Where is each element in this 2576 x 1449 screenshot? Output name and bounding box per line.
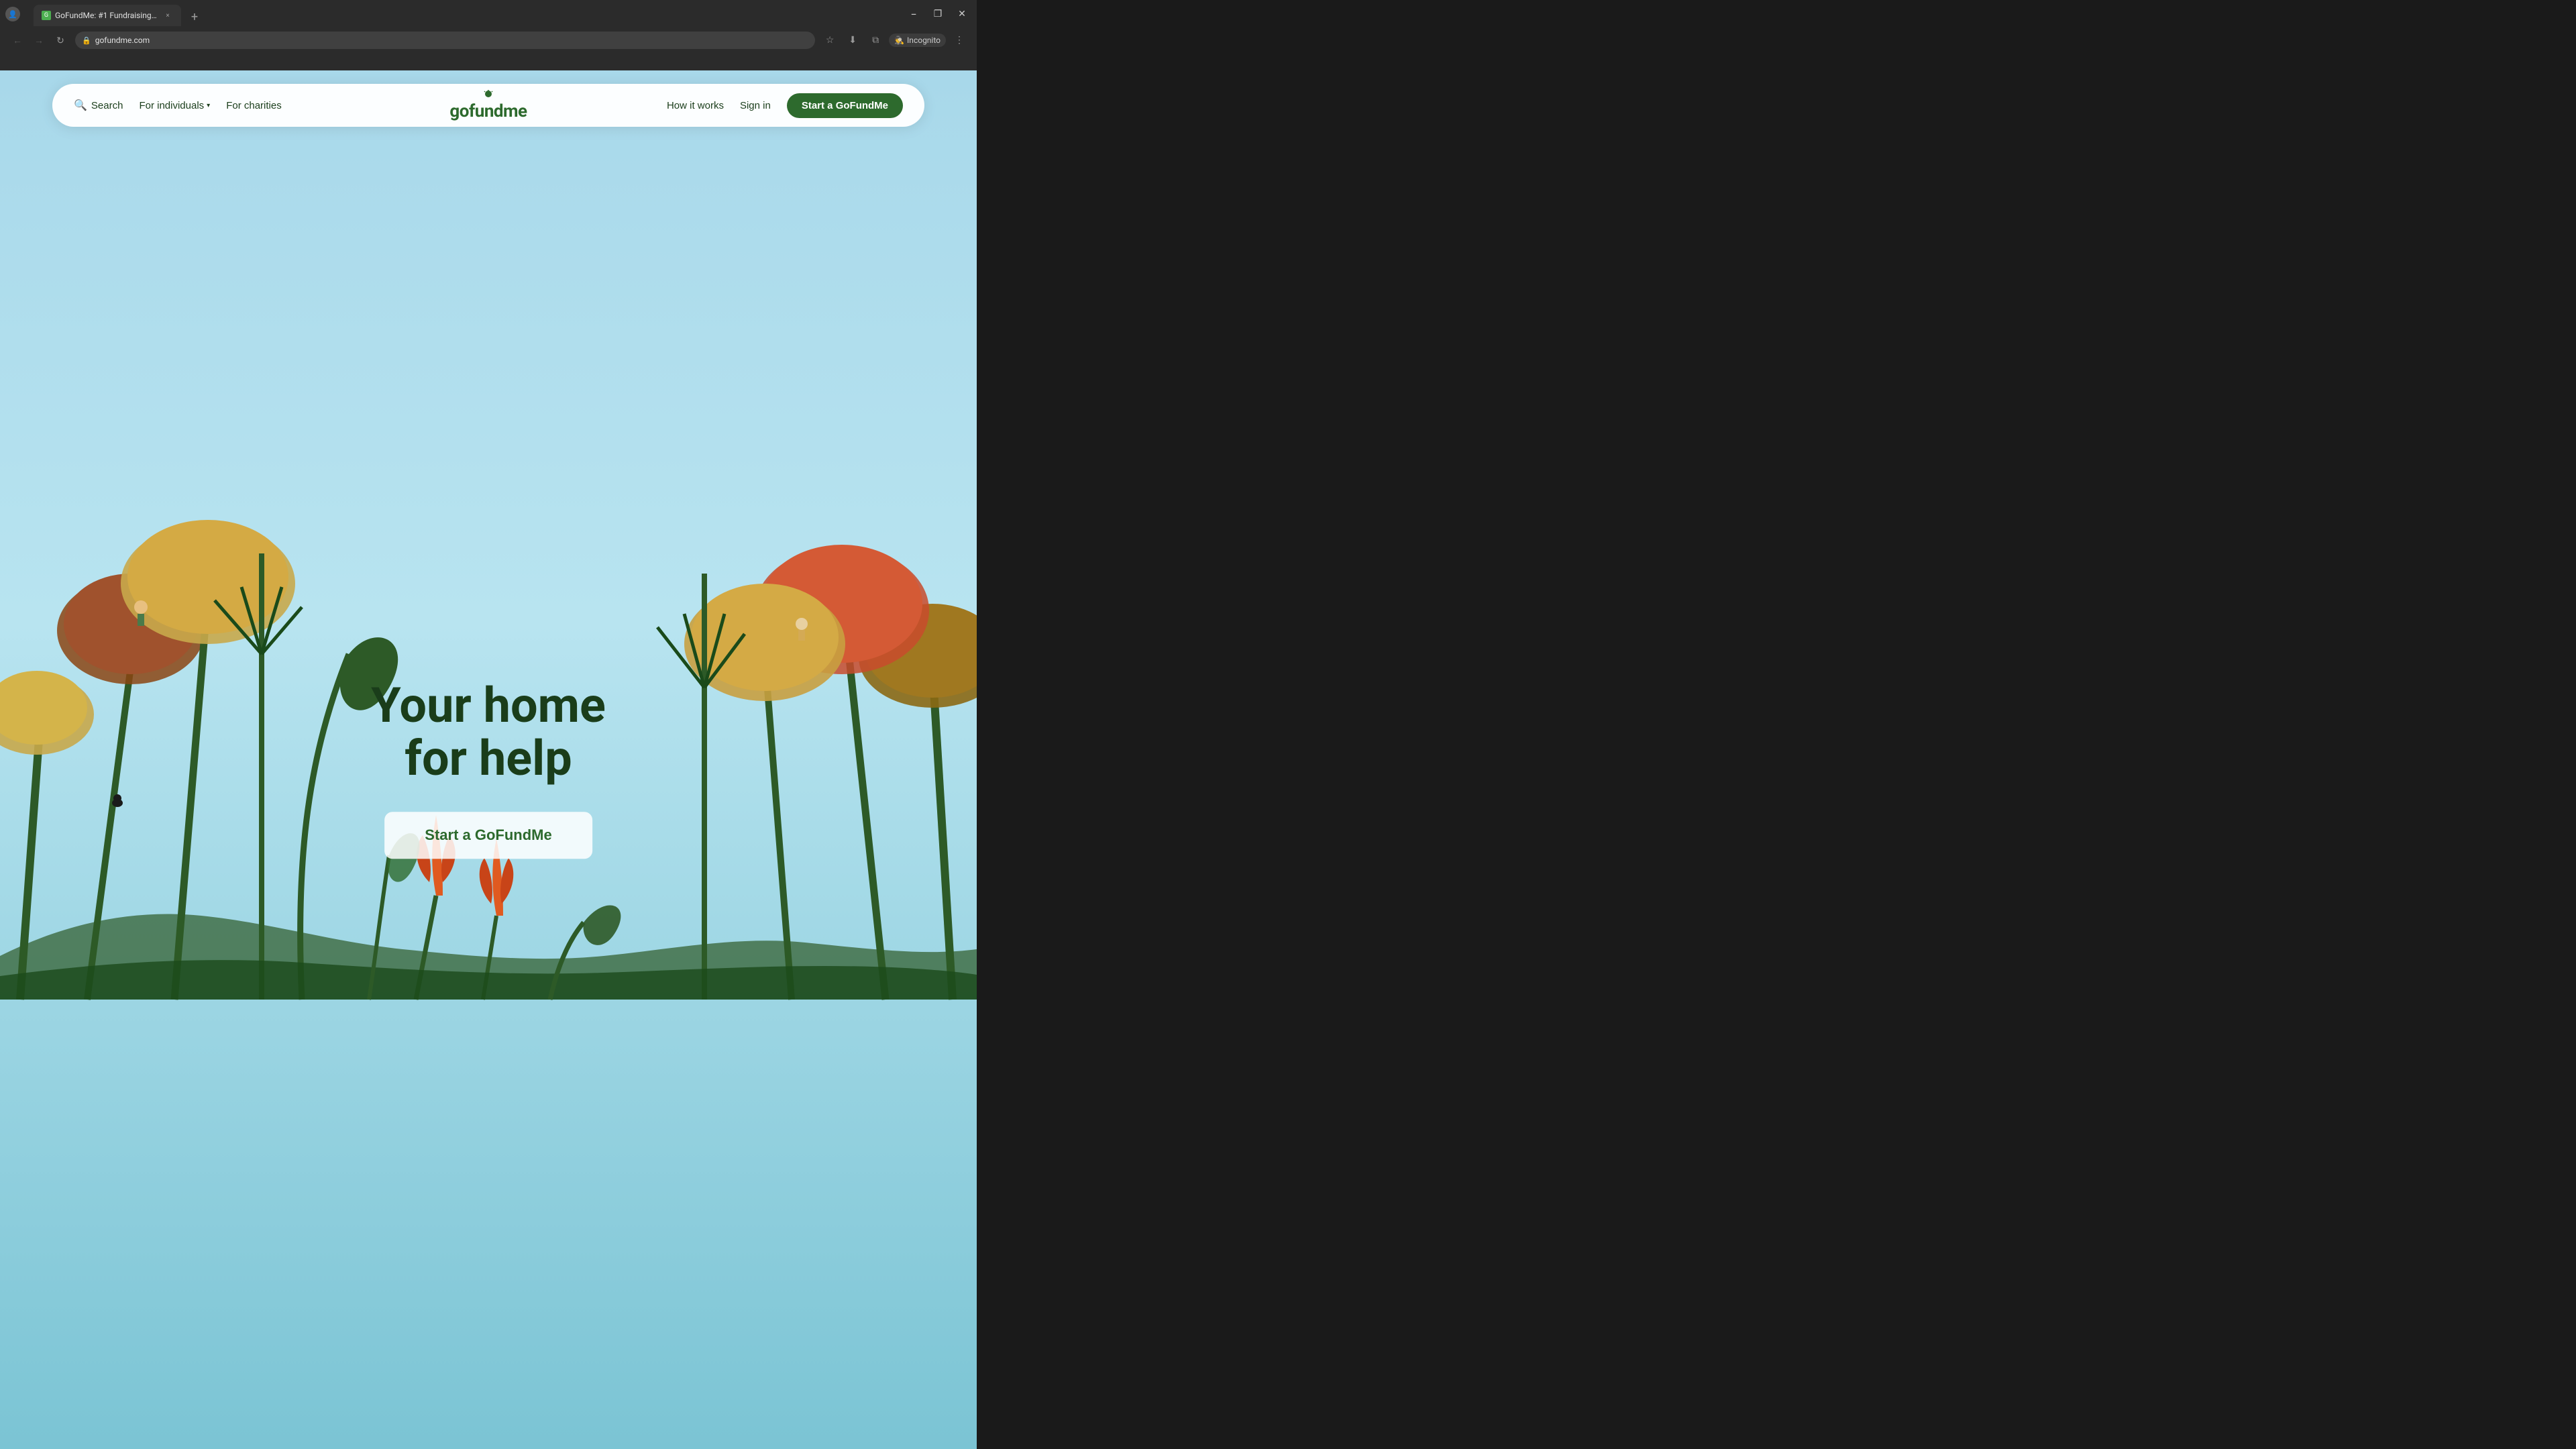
sign-in-label: Sign in [740, 100, 771, 111]
back-button[interactable]: ← [8, 31, 27, 50]
address-bar-row: ← → ↻ 🔒 gofundme.com ☆ ⬇ ⧉ 🕵 Incognito ⋮ [0, 28, 977, 52]
split-screen-icon[interactable]: ⧉ [866, 31, 885, 50]
address-bar[interactable]: 🔒 gofundme.com [75, 32, 815, 49]
lock-icon: 🔒 [82, 36, 91, 45]
tab-close-button[interactable]: × [162, 10, 173, 21]
for-individuals-menu[interactable]: For individuals ▾ [139, 100, 210, 111]
window-controls: 👤 [5, 7, 20, 21]
hero-title: Your home for help [371, 679, 606, 785]
for-individuals-label: For individuals [139, 100, 204, 111]
minimize-button[interactable]: − [904, 5, 923, 23]
hero-title-line1: Your home [371, 677, 606, 734]
navbar: 🔍 Search For individuals ▾ For charities [52, 84, 924, 127]
search-button[interactable]: 🔍 Search [74, 99, 123, 112]
reload-button[interactable]: ↻ [51, 31, 70, 50]
start-gofundme-button[interactable]: Start a GoFundMe [787, 93, 903, 118]
for-charities-link[interactable]: For charities [226, 100, 282, 111]
nav-controls: ← → ↻ [8, 31, 70, 50]
hero-content: Your home for help Start a GoFundMe [371, 679, 606, 859]
logo-icon [480, 90, 496, 98]
url-text: gofundme.com [95, 36, 150, 45]
logo-text: gofundme [449, 101, 527, 121]
chevron-down-icon: ▾ [207, 102, 210, 109]
hero-title-line2: for help [405, 730, 572, 787]
maximize-button[interactable]: ❐ [928, 5, 947, 23]
new-tab-button[interactable]: + [185, 7, 204, 26]
logo[interactable]: gofundme [449, 90, 527, 121]
tab-bar: G GoFundMe: #1 Fundraising Pla... × + [28, 2, 902, 26]
tab-favicon: G [42, 11, 51, 20]
hero-cta-button[interactable]: Start a GoFundMe [384, 812, 592, 859]
incognito-badge: 🕵 Incognito [889, 34, 946, 47]
active-tab[interactable]: G GoFundMe: #1 Fundraising Pla... × [34, 5, 181, 26]
download-icon[interactable]: ⬇ [843, 31, 862, 50]
window-buttons: − ❐ ✕ [904, 5, 971, 23]
title-bar: 👤 G GoFundMe: #1 Fundraising Pla... × + … [0, 0, 977, 28]
sign-in-button[interactable]: Sign in [740, 100, 771, 111]
hero-cta-label: Start a GoFundMe [425, 826, 551, 843]
profile-icon[interactable]: 👤 [5, 7, 20, 21]
search-label: Search [91, 100, 123, 111]
nav-center: gofundme [449, 90, 527, 121]
nav-left: 🔍 Search For individuals ▾ For charities [74, 99, 449, 112]
forward-button[interactable]: → [30, 31, 48, 50]
page-content: 🔍 Search For individuals ▾ For charities [0, 70, 977, 1449]
how-it-works-link[interactable]: How it works [667, 100, 724, 111]
how-it-works-label: How it works [667, 100, 724, 111]
browser-actions: ☆ ⬇ ⧉ 🕵 Incognito ⋮ [820, 31, 969, 50]
incognito-label: Incognito [907, 36, 941, 45]
nav-right: How it works Sign in Start a GoFundMe [527, 93, 903, 118]
close-button[interactable]: ✕ [953, 5, 971, 23]
incognito-icon: 🕵 [894, 36, 904, 45]
start-button-label: Start a GoFundMe [802, 100, 888, 111]
browser-chrome: 👤 G GoFundMe: #1 Fundraising Pla... × + … [0, 0, 977, 70]
menu-icon[interactable]: ⋮ [950, 31, 969, 50]
bookmark-icon[interactable]: ☆ [820, 31, 839, 50]
search-icon: 🔍 [74, 99, 87, 112]
for-charities-label: For charities [226, 100, 282, 111]
tab-title: GoFundMe: #1 Fundraising Pla... [55, 11, 158, 20]
